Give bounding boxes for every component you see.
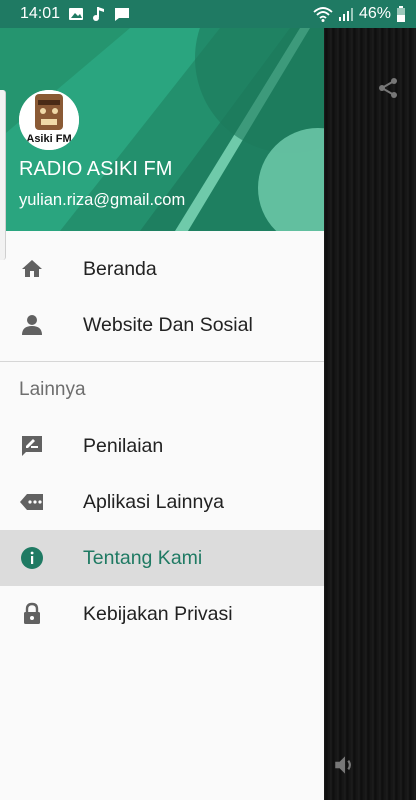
menu-item-website-sosial[interactable]: Website Dan Sosial: [0, 297, 324, 353]
menu-item-penilaian[interactable]: Penilaian: [0, 418, 324, 474]
drawer-header: Asiki FM RADIO ASIKI FM yulian.riza@gmai…: [0, 28, 324, 231]
wifi-icon: [313, 6, 333, 22]
info-icon: [20, 546, 44, 570]
message-icon: [114, 6, 130, 22]
menu-item-label: Aplikasi Lainnya: [83, 490, 224, 513]
status-bar: 14:01 46%: [0, 0, 416, 28]
user-email: yulian.riza@gmail.com: [19, 191, 186, 209]
station-name: RADIO ASIKI FM: [19, 158, 173, 180]
svg-text:Asiki FM: Asiki FM: [26, 133, 71, 145]
lock-icon: [20, 602, 44, 626]
navigation-drawer: Asiki FM RADIO ASIKI FM yulian.riza@gmai…: [0, 28, 324, 800]
menu-item-kebijakan-privasi[interactable]: Kebijakan Privasi: [0, 586, 324, 642]
section-title-lainnya: Lainnya: [19, 379, 86, 400]
person-icon: [20, 313, 44, 337]
home-icon: [20, 257, 44, 281]
music-icon: [92, 6, 106, 22]
battery-percent: 46%: [358, 5, 391, 22]
drawer-edge-handle: [0, 90, 6, 260]
menu-item-beranda[interactable]: Beranda: [0, 241, 324, 297]
menu-item-label: Penilaian: [83, 434, 164, 457]
menu-item-label: Tentang Kami: [83, 546, 203, 569]
more-apps-icon: [20, 490, 44, 514]
gallery-icon: [68, 6, 84, 22]
share-icon[interactable]: [376, 76, 400, 105]
rate-review-icon: [20, 434, 44, 458]
menu-item-tentang-kami[interactable]: Tentang Kami: [0, 530, 324, 586]
menu-item-label: Website Dan Sosial: [83, 313, 253, 336]
drawer-menu: Beranda Website Dan Sosial Lainnya Penil…: [0, 231, 324, 642]
avatar: Asiki FM: [19, 90, 79, 150]
volume-icon[interactable]: [332, 752, 358, 783]
menu-item-label: Kebijakan Privasi: [83, 602, 233, 625]
signal-icon: [338, 6, 354, 22]
status-time: 14:01: [20, 5, 61, 22]
battery-icon: [396, 6, 406, 22]
menu-item-label: Beranda: [83, 257, 157, 280]
menu-item-aplikasi-lainnya[interactable]: Aplikasi Lainnya: [0, 474, 324, 530]
